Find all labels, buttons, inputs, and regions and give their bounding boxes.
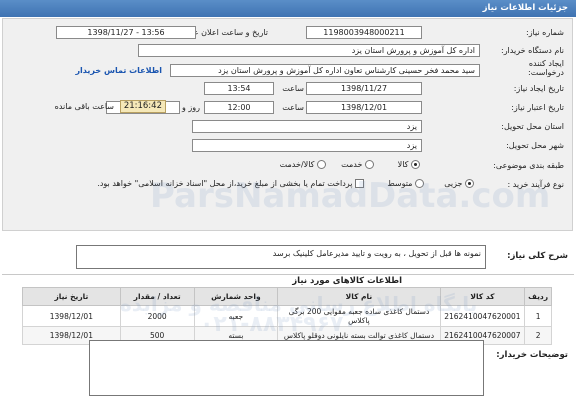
category-option-service[interactable]: خدمت [341,160,374,169]
cell-name: دستمال کاغذی ساده جعبه مقوایی 200 برگی پ… [277,305,441,327]
days-label: روز و [182,103,200,112]
radio-icon[interactable] [317,160,326,169]
buyer-org-label: نام دستگاه خریدار: [501,46,564,55]
radio-icon[interactable] [365,160,374,169]
requester-field: سید محمد فخر حسینی کارشناس تعاون اداره ک… [170,64,480,77]
cell-row: 1 [524,305,552,327]
section-divider [2,274,574,275]
requester-label: ایجاد کننده درخواست: [528,59,564,77]
treasury-payment-option[interactable]: پرداخت تمام یا بخشی از مبلغ خرید،از محل … [97,179,364,188]
table-header-row: ردیف کد کالا نام کالا واحد شمارش تعداد /… [22,287,552,306]
radio-icon[interactable] [415,179,424,188]
purchase-type-label: نوع فرآیند خرید : [507,180,564,189]
buyer-contact-link[interactable]: اطلاعات تماس خریدار [75,66,162,75]
radio-selected-icon[interactable] [465,179,474,188]
city-field: یزد [192,139,422,152]
deadline-date-label: تاریخ اعتبار نیاز: [511,103,564,112]
general-desc-label: شرح کلی نیاز: [507,251,568,261]
category-option-goods[interactable]: کالا [398,160,420,169]
deadline-time-label: ساعت [282,103,304,112]
deadline-time-field: 12:00 [204,101,274,114]
province-field: یزد [192,120,422,133]
purchase-option-minor[interactable]: جزیی [444,179,474,188]
cell-code: 2162410047620001 [439,305,526,327]
col-code: کد کالا [439,287,526,306]
need-number-field: 1198003948000211 [306,26,422,39]
need-info-panel: شماره نیاز: 1198003948000211 تاریخ و ساع… [2,18,573,231]
col-row: ردیف [524,287,552,306]
category-option-goods-service[interactable]: کالا/خدمت [280,160,326,169]
col-unit: واحد شمارش [193,287,279,306]
checkbox-icon[interactable] [355,179,364,188]
created-date-label: تاریخ ایجاد نیاز: [513,84,564,93]
buyer-notes-field [89,340,484,396]
province-label: استان محل تحویل: [501,122,564,131]
general-desc-field: نمونه ها قبل از تحویل ، به رویت و تایید … [76,245,486,269]
created-time-label: ساعت [282,84,304,93]
buyer-org-field: اداره کل آموزش و پرورش استان یزد [138,44,480,57]
cell-quantity: 2000 [119,305,195,327]
items-section-title: اطلاعات کالاهای مورد نیاز [292,276,402,286]
buyer-notes-label: توضیحات خریدار: [496,350,568,360]
category-label: طبقه بندی موضوعی: [493,161,564,170]
page-header: جزئیات اطلاعات نیاز [0,0,576,17]
created-date-field: 1398/11/27 [306,82,422,95]
city-label: شهر محل تحویل: [506,141,564,150]
col-need-date: تاریخ نیاز [22,287,121,306]
cell-row: 2 [524,326,552,345]
deadline-date-field: 1398/12/01 [306,101,422,114]
need-details-page: جزئیات اطلاعات نیاز شماره نیاز: 11980039… [0,0,576,407]
cell-need-date: 1398/12/01 [22,305,121,327]
need-number-label: شماره نیاز: [526,28,564,37]
cell-unit: جعبه [193,305,279,327]
radio-selected-icon[interactable] [411,160,420,169]
announce-datetime-field: 1398/11/27 - 13:56 [56,26,196,39]
remaining-time-field: 21:16:42 [119,100,166,113]
col-quantity: تعداد / مقدار [119,287,195,306]
created-time-field: 13:54 [204,82,274,95]
remaining-time-label: ساعت باقی مانده [54,102,114,111]
purchase-option-medium[interactable]: متوسط [387,179,424,188]
col-name: نام کالا [277,287,441,306]
table-row[interactable]: 1 2162410047620001 دستمال کاغذی ساده جعب… [22,305,552,327]
items-table: ردیف کد کالا نام کالا واحد شمارش تعداد /… [22,287,552,345]
